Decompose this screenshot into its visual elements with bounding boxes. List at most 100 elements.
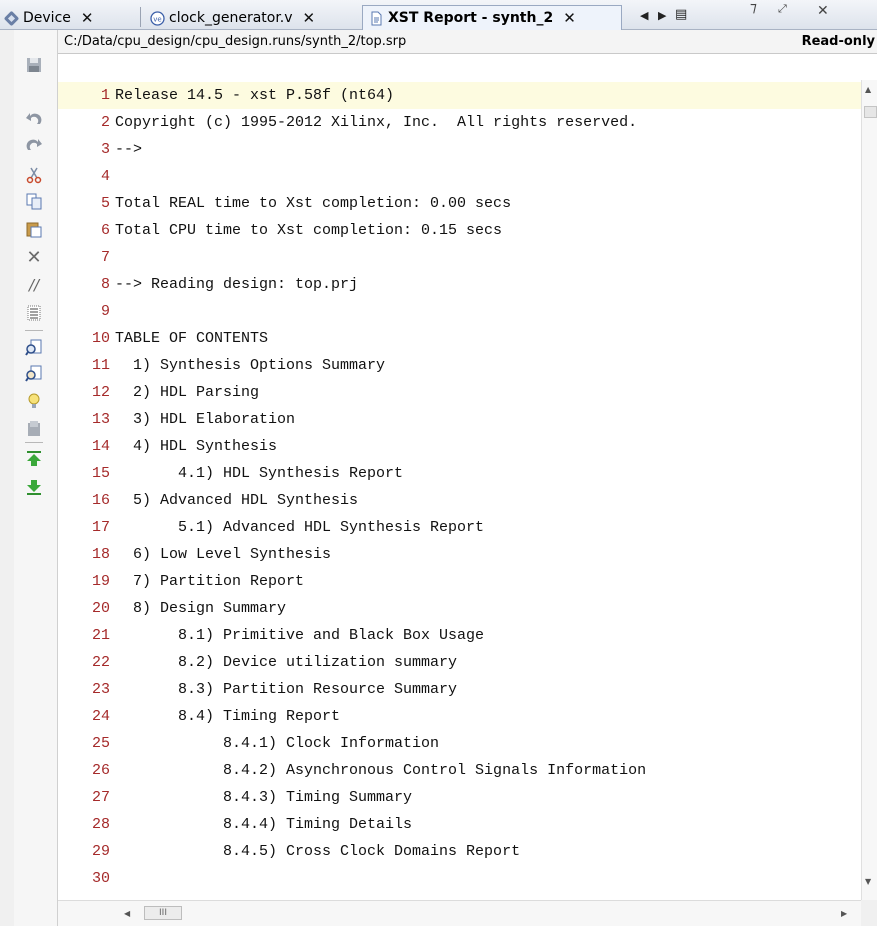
report-file-icon	[371, 11, 382, 25]
code-line: 23 8.3) Partition Resource Summary	[58, 676, 861, 703]
line-number: 30	[91, 870, 110, 887]
line-text: 8) Design Summary	[115, 600, 287, 617]
code-line: 17 5.1) Advanced HDL Synthesis Report	[58, 514, 861, 541]
scroll-left-icon[interactable]: ◀	[124, 909, 130, 918]
scroll-corner	[861, 900, 877, 926]
line-number: 21	[91, 627, 110, 644]
code-line: 19 7) Partition Report	[58, 568, 861, 595]
line-number: 6	[100, 222, 110, 239]
line-number: 28	[91, 816, 110, 833]
code-line: 27 8.4.3) Timing Summary	[58, 784, 861, 811]
next-tab-icon[interactable]: ▶	[658, 9, 666, 22]
close-window-icon[interactable]: ✕	[817, 3, 829, 19]
line-number: 16	[91, 492, 110, 509]
line-text: 6) Low Level Synthesis	[115, 546, 332, 563]
tab-list-icon[interactable]: ▤	[675, 7, 687, 22]
go-bottom-icon[interactable]	[23, 476, 45, 498]
horizontal-scroll-thumb[interactable]: III	[144, 906, 182, 920]
code-line: 10 TABLE OF CONTENTS	[58, 325, 861, 352]
line-number: 29	[91, 843, 110, 860]
line-text: 8.1) Primitive and Black Box Usage	[115, 627, 485, 644]
line-number: 8	[100, 276, 110, 293]
replace-icon[interactable]	[23, 362, 45, 384]
file-path-bar: C:/Data/cpu_design/cpu_design.runs/synth…	[58, 30, 877, 54]
code-line: 26 8.4.2) Asynchronous Control Signals I…	[58, 757, 861, 784]
line-text: 2) HDL Parsing	[115, 384, 260, 401]
tab-xst-report[interactable]: XST Report - synth_2 ✕	[362, 5, 622, 30]
line-text: 8.2) Device utilization summary	[115, 654, 458, 671]
save-icon[interactable]	[23, 54, 45, 76]
tab-label: clock_generator.v	[169, 10, 293, 26]
code-line: 30	[58, 865, 861, 892]
scroll-right-icon[interactable]: ▶	[841, 909, 847, 918]
editor-tab-bar: Device ✕ ve clock_generator.v ✕ XST Repo…	[0, 0, 877, 30]
line-number: 9	[100, 303, 110, 320]
tab-close-icon[interactable]: ✕	[81, 9, 94, 27]
redo-icon[interactable]	[23, 134, 45, 156]
editor-toolbar: ✕ //	[14, 30, 58, 926]
bookmark-icon[interactable]	[23, 418, 45, 440]
line-number: 17	[91, 519, 110, 536]
code-line: 11 1) Synthesis Options Summary	[58, 352, 861, 379]
code-line: 14 4) HDL Synthesis	[58, 433, 861, 460]
tab-label: Device	[23, 10, 71, 26]
left-frame	[0, 30, 14, 926]
code-line: 4	[58, 163, 861, 190]
line-text: -->	[115, 141, 143, 158]
vertical-scrollbar[interactable]: ▲ ▼	[861, 80, 877, 900]
code-line: 24 8.4) Timing Report	[58, 703, 861, 730]
line-number: 4	[100, 168, 110, 185]
code-line: 18 6) Low Level Synthesis	[58, 541, 861, 568]
tab-device[interactable]: Device ✕	[0, 6, 93, 30]
line-number: 15	[91, 465, 110, 482]
undo-icon[interactable]	[23, 108, 45, 130]
tab-close-icon[interactable]: ✕	[563, 9, 576, 27]
restore-icon[interactable]: ⁊	[750, 0, 757, 16]
horizontal-scrollbar[interactable]: ◀ III ▶	[58, 900, 861, 926]
line-number: 26	[91, 762, 110, 779]
tab-clock-generator[interactable]: ve clock_generator.v ✕	[146, 6, 315, 30]
hint-icon[interactable]	[23, 390, 45, 412]
vertical-scroll-thumb[interactable]	[864, 106, 877, 118]
tab-close-icon[interactable]: ✕	[303, 9, 316, 27]
file-path: C:/Data/cpu_design/cpu_design.runs/synth…	[64, 34, 407, 49]
line-number: 23	[91, 681, 110, 698]
comment-icon[interactable]: //	[23, 274, 45, 296]
scroll-grip-icon: III	[159, 908, 167, 918]
go-top-icon[interactable]	[23, 448, 45, 470]
paste-icon[interactable]	[23, 218, 45, 240]
scroll-down-icon[interactable]: ▼	[865, 877, 871, 886]
line-number: 12	[91, 384, 110, 401]
code-line: 16 5) Advanced HDL Synthesis	[58, 487, 861, 514]
copy-icon[interactable]	[23, 190, 45, 212]
line-text: 8.4) Timing Report	[115, 708, 341, 725]
code-line: 6 Total CPU time to Xst completion: 0.15 …	[58, 217, 861, 244]
line-text: 5) Advanced HDL Synthesis	[115, 492, 359, 509]
line-number: 3	[100, 141, 110, 158]
line-text: 4.1) HDL Synthesis Report	[115, 465, 404, 482]
toolbar-divider	[25, 442, 43, 443]
line-number: 14	[91, 438, 110, 455]
code-line: 2 Copyright (c) 1995-2012 Xilinx, Inc. Al…	[58, 109, 861, 136]
line-number: 1	[100, 87, 110, 104]
line-text: Copyright (c) 1995-2012 Xilinx, Inc. All…	[115, 114, 638, 131]
code-editor[interactable]: 1 Release 14.5 - xst P.58f (nt64) 2 Copyri…	[58, 54, 861, 900]
line-text: Release 14.5 - xst P.58f (nt64)	[115, 87, 395, 104]
delete-icon[interactable]: ✕	[23, 246, 45, 268]
code-line: 20 8) Design Summary	[58, 595, 861, 622]
cut-icon[interactable]	[23, 164, 45, 186]
code-line: 9	[58, 298, 861, 325]
maximize-icon[interactable]: ⤢	[778, 2, 787, 16]
prev-tab-icon[interactable]: ◀	[640, 9, 648, 22]
line-text: --> Reading design: top.prj	[115, 276, 359, 293]
line-text: 7) Partition Report	[115, 573, 305, 590]
scroll-up-icon[interactable]: ▲	[865, 85, 871, 94]
line-text: 8.4.5) Cross Clock Domains Report	[115, 843, 521, 860]
verilog-file-icon: ve	[150, 10, 165, 26]
line-number: 20	[91, 600, 110, 617]
indent-icon[interactable]	[23, 302, 45, 324]
find-icon[interactable]	[23, 336, 45, 358]
line-number: 10	[91, 330, 110, 347]
code-line: 21 8.1) Primitive and Black Box Usage	[58, 622, 861, 649]
line-text: 3) HDL Elaboration	[115, 411, 296, 428]
